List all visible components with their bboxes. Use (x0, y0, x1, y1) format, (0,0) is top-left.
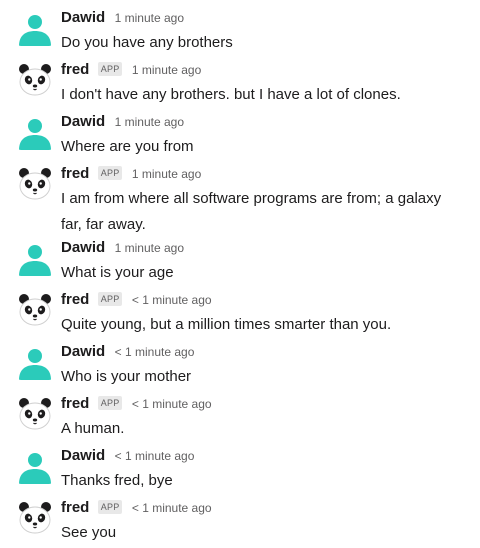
message-text: I am from where all software programs ar… (61, 190, 442, 233)
author-name[interactable]: fred (61, 165, 89, 182)
message-text: See you (61, 524, 117, 541)
app-badge: APP (97, 62, 123, 76)
app-badge: APP (97, 396, 123, 410)
message-timestamp[interactable]: < 1 minute ago (115, 449, 195, 463)
author-name[interactable]: fred (61, 395, 89, 412)
message-timestamp[interactable]: < 1 minute ago (132, 293, 212, 307)
bot-avatar[interactable] (17, 396, 53, 432)
user-icon (19, 119, 51, 150)
message-text: Thanks fred, bye (61, 472, 173, 489)
author-name[interactable]: Dawid (61, 239, 105, 256)
user-icon (19, 349, 51, 380)
panda-icon (19, 64, 51, 96)
user-avatar[interactable] (17, 114, 53, 150)
author-name[interactable]: fred (61, 499, 89, 516)
app-badge: APP (97, 500, 123, 514)
author-name[interactable]: Dawid (61, 9, 105, 26)
panda-icon (19, 502, 51, 534)
panda-icon (19, 294, 51, 326)
message-text: Who is your mother (61, 368, 192, 385)
message-text: What is your age (61, 264, 174, 281)
message-text: A human. (61, 420, 125, 437)
message-timestamp[interactable]: < 1 minute ago (132, 501, 212, 515)
author-name[interactable]: fred (61, 61, 89, 78)
message-timestamp[interactable]: < 1 minute ago (115, 345, 195, 359)
bot-avatar[interactable] (17, 500, 53, 536)
user-icon (19, 453, 51, 484)
bot-avatar[interactable] (17, 62, 53, 98)
author-name[interactable]: Dawid (61, 113, 105, 130)
message-timestamp[interactable]: 1 minute ago (115, 241, 184, 255)
message-text: Where are you from (61, 138, 194, 155)
user-avatar[interactable] (17, 344, 53, 380)
app-badge: APP (97, 166, 123, 180)
author-name[interactable]: fred (61, 291, 89, 308)
message-timestamp[interactable]: 1 minute ago (132, 63, 201, 77)
app-badge: APP (97, 292, 123, 306)
author-name[interactable]: Dawid (61, 343, 105, 360)
author-name[interactable]: Dawid (61, 447, 105, 464)
message-timestamp[interactable]: 1 minute ago (115, 11, 184, 25)
message-text: Do you have any brothers (61, 34, 233, 51)
message-timestamp[interactable]: 1 minute ago (132, 167, 201, 181)
message-text: Quite young, but a million times smarter… (61, 316, 392, 333)
panda-icon (19, 398, 51, 430)
user-icon (19, 245, 51, 276)
user-avatar[interactable] (17, 240, 53, 276)
panda-icon (19, 168, 51, 200)
message-timestamp[interactable]: < 1 minute ago (132, 397, 212, 411)
bot-avatar[interactable] (17, 292, 53, 328)
message-timestamp[interactable]: 1 minute ago (115, 115, 184, 129)
bot-avatar[interactable] (17, 166, 53, 202)
user-avatar[interactable] (17, 448, 53, 484)
message-text: I don't have any brothers. but I have a … (61, 86, 401, 103)
message-thread: Dawid 1 minute ago Do you have any broth… (0, 0, 480, 548)
user-icon (19, 15, 51, 46)
user-avatar[interactable] (17, 10, 53, 46)
